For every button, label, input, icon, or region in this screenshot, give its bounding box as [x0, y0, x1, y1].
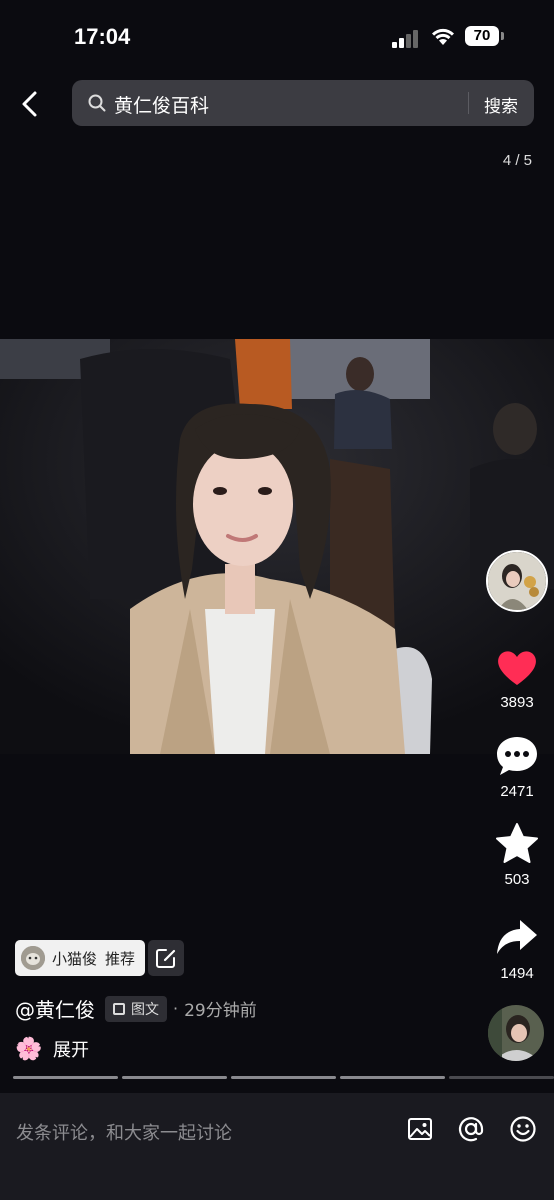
status-time: 17:04: [74, 24, 131, 49]
recommend-label: 推荐: [105, 949, 136, 968]
search-divider: [468, 92, 469, 114]
progress-segment: [340, 1076, 445, 1079]
wifi-icon: [432, 28, 454, 45]
emoji-icon[interactable]: [509, 1115, 537, 1143]
progress-segment: [122, 1076, 227, 1079]
comment-bar: 发条评论，和大家一起讨论: [0, 1093, 554, 1200]
progress-segment: [231, 1076, 336, 1079]
author-avatar[interactable]: [486, 550, 548, 612]
post-photo[interactable]: [0, 339, 554, 754]
favorite-count: 503: [504, 871, 530, 888]
heart-icon[interactable]: [494, 644, 540, 690]
gallery-progress: [13, 1076, 554, 1079]
search-icon: [88, 94, 106, 112]
star-icon[interactable]: [494, 821, 540, 867]
signal-icon: [392, 28, 422, 48]
post-type-label: 图文: [131, 1001, 159, 1018]
author-name[interactable]: @黄仁俊: [15, 994, 95, 1023]
share-icon[interactable]: [494, 914, 540, 960]
edit-button[interactable]: [148, 940, 184, 976]
recommender-name: 小猫俊: [52, 949, 98, 968]
edit-icon: [156, 949, 176, 968]
recommender-avatar: [21, 946, 45, 970]
search-button[interactable]: 搜索: [484, 92, 518, 117]
progress-segment: [449, 1076, 554, 1079]
progress-segment: [13, 1076, 118, 1079]
expand-row[interactable]: 🌸 展开: [15, 1036, 89, 1062]
status-bar: 17:04 70: [0, 0, 554, 70]
back-icon[interactable]: [14, 88, 46, 120]
comment-input[interactable]: 发条评论，和大家一起讨论: [16, 1119, 232, 1145]
image-icon[interactable]: [406, 1115, 434, 1143]
post-time: 29分钟前: [184, 1001, 257, 1021]
gallery-icon: [113, 1002, 125, 1015]
recommend-chip[interactable]: 小猫俊 推荐: [15, 940, 146, 976]
battery-indicator: 70: [465, 26, 499, 46]
expand-button[interactable]: 展开: [53, 1036, 89, 1062]
comment-count: 2471: [500, 783, 534, 800]
at-icon[interactable]: [457, 1115, 485, 1143]
search-input[interactable]: 黄仁俊百科: [114, 91, 209, 118]
battery-nub: [501, 32, 504, 40]
author-row: @黄仁俊 图文 · 29分钟前: [15, 994, 257, 1023]
search-bar[interactable]: 黄仁俊百科 搜索: [72, 80, 534, 126]
music-disc-avatar[interactable]: [488, 1005, 544, 1061]
page-indicator: 4 / 5: [502, 152, 532, 169]
post-type-tag: 图文: [105, 995, 167, 1022]
share-count: 1494: [500, 965, 534, 982]
like-count: 3893: [500, 694, 534, 711]
flower-emoji: 🌸: [15, 1036, 43, 1062]
separator-dot: ·: [173, 999, 179, 1018]
comment-icon[interactable]: [494, 733, 540, 779]
